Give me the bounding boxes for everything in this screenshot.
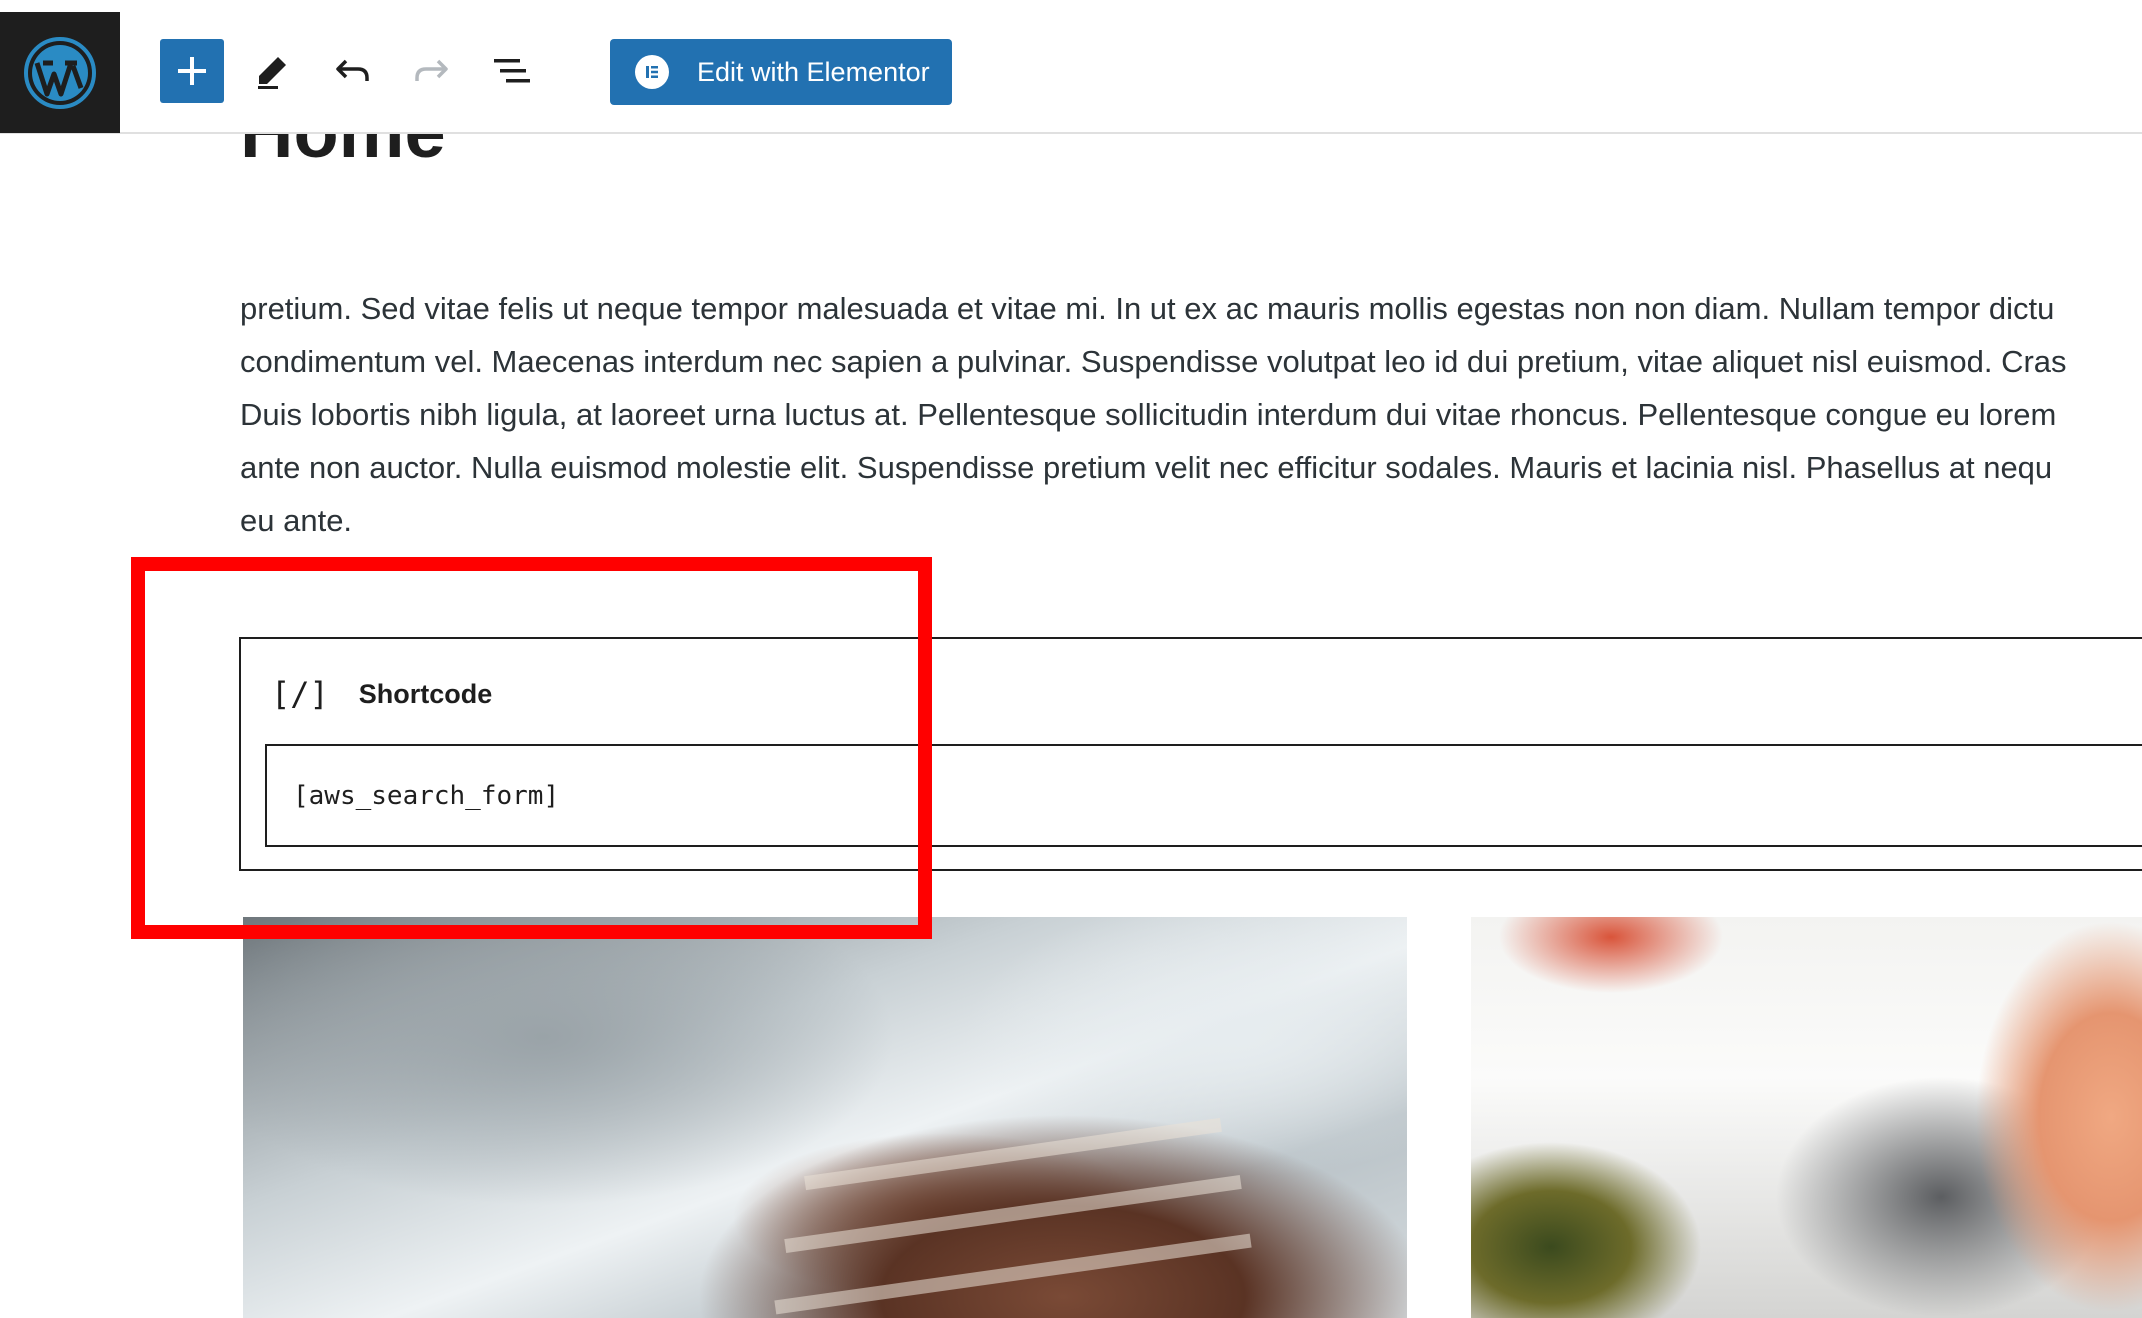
gallery-image-cake[interactable] — [243, 917, 1407, 1318]
paragraph-line: Duis lobortis nibh ligula, at laoreet ur… — [240, 397, 2057, 432]
redo-icon — [415, 59, 448, 81]
editor-toolbar: Edit with Elementor — [0, 12, 2142, 134]
undo-button[interactable] — [320, 39, 384, 103]
add-block-button[interactable] — [160, 39, 224, 103]
tools-button[interactable] — [240, 39, 304, 103]
paragraph-line: condimentum vel. Maecenas interdum nec s… — [240, 344, 2067, 379]
edit-with-elementor-label: Edit with Elementor — [697, 56, 930, 87]
paragraph-line: ante non auctor. Nulla euismod molestie … — [240, 450, 2053, 485]
document-overview-icon — [494, 59, 530, 83]
pencil-icon — [258, 57, 286, 89]
paragraph-line: eu ante. — [240, 503, 353, 538]
shortcode-block-header: [/] Shortcode — [271, 669, 492, 719]
plus-icon — [178, 57, 206, 85]
elementor-icon — [635, 55, 669, 89]
undo-icon — [336, 59, 369, 81]
wordpress-logo-button[interactable] — [0, 12, 120, 133]
shortcode-block[interactable]: [/] Shortcode [aws_search_form] — [239, 637, 2142, 871]
edit-with-elementor-button[interactable]: Edit with Elementor — [610, 39, 952, 105]
document-overview-button[interactable] — [480, 39, 544, 103]
paragraph-block[interactable]: pretium. Sed vitae felis ut neque tempor… — [240, 282, 2142, 547]
wordpress-logo-icon — [24, 36, 96, 109]
redo-button[interactable] — [400, 39, 464, 103]
shortcode-block-label: Shortcode — [358, 678, 493, 709]
shortcode-input[interactable]: [aws_search_form] — [265, 744, 2142, 847]
gallery-image-market[interactable] — [1471, 917, 2142, 1318]
shortcode-icon: [/] — [271, 675, 329, 713]
paragraph-line: pretium. Sed vitae felis ut neque tempor… — [240, 291, 2055, 326]
